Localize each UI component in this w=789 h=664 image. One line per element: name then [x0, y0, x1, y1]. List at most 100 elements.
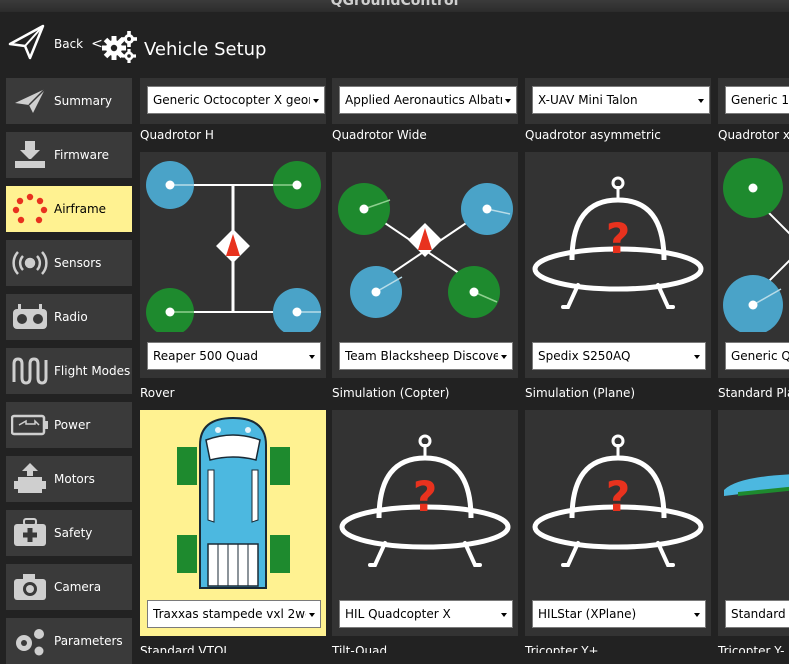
chevron-down-icon	[309, 355, 315, 359]
combo-value: Applied Aeronautics Albatross	[345, 93, 502, 107]
airframe-tile-top: X-UAV Mini Talon	[525, 78, 711, 124]
sidebar-item-airframe[interactable]: Airframe	[6, 186, 132, 232]
rover-diagram	[177, 416, 290, 589]
download-icon	[11, 132, 49, 178]
airframe-tile-quadrotor-asymmetric[interactable]: ? Spedix S250AQ	[525, 152, 711, 378]
airframe-tile-top: Generic Octocopter X geometry	[140, 78, 326, 124]
airframe-tile-top: Applied Aeronautics Albatross	[332, 78, 518, 124]
sidebar-item-label: Parameters	[54, 634, 123, 648]
airframe-tile-rover[interactable]: Traxxas stampede vxl 2wd	[140, 410, 326, 636]
airframe-combo[interactable]: Generic Qu	[725, 342, 789, 370]
group-label: Tilt-Quad	[332, 644, 388, 653]
sidebar-item-label: Safety	[54, 526, 93, 540]
group-label: Quadrotor asymmetric	[525, 128, 661, 142]
battery-icon	[11, 402, 49, 448]
chevron-down-icon	[698, 99, 704, 103]
airframe-tile-quadrotor-wide[interactable]: Team Blacksheep Discovery	[332, 152, 518, 378]
sidebar-item-power[interactable]: Power	[6, 402, 132, 448]
svg-text:?: ?	[606, 214, 630, 263]
airframe-combo[interactable]: Generic Octocopter X geometry	[147, 86, 325, 114]
chevron-down-icon	[694, 355, 700, 359]
sidebar-item-label: Power	[54, 418, 91, 432]
back-button[interactable]: Back <	[8, 24, 103, 64]
toolbar: Back < Vehicle Setup	[0, 12, 789, 76]
airframe-icon	[11, 186, 49, 232]
sidebar-item-firmware[interactable]: Firmware	[6, 132, 132, 178]
unknown-airframe-icon: ?	[339, 434, 511, 567]
radio-icon	[11, 294, 49, 340]
sidebar-item-label: Camera	[54, 580, 102, 594]
airframe-combo[interactable]: Traxxas stampede vxl 2wd	[147, 600, 321, 628]
airframe-combo[interactable]: Standard P	[725, 600, 789, 628]
window-title: QGroundControl	[330, 0, 459, 9]
sidebar-item-label: Sensors	[54, 256, 102, 270]
group-label: Quadrotor x	[718, 128, 789, 142]
group-label: Standard VTOL	[140, 644, 231, 653]
airframe-combo[interactable]: Reaper 500 Quad	[147, 342, 321, 370]
airframe-tile-quadrotor-h[interactable]: Reaper 500 Quad	[140, 152, 326, 378]
group-label: Rover	[140, 386, 175, 400]
unknown-airframe-icon: ?	[532, 434, 704, 567]
group-label: Quadrotor H	[140, 128, 214, 142]
motor-icon	[11, 456, 49, 502]
sidebar-item-radio[interactable]: Radio	[6, 294, 132, 340]
window-title-bar: QGroundControl	[0, 0, 789, 12]
combo-value: Team Blacksheep Discovery	[345, 349, 498, 363]
chevron-down-icon	[309, 613, 315, 617]
plane-icon	[11, 78, 49, 124]
page-title: Vehicle Setup	[102, 30, 266, 68]
airframe-tile-standard-plane[interactable]: Standard P	[718, 410, 789, 636]
svg-text:?: ?	[606, 472, 630, 521]
group-label: Simulation (Plane)	[525, 386, 636, 400]
combo-value: HIL Quadcopter X	[345, 607, 451, 621]
quad-x-diagram	[723, 158, 789, 332]
chevron-down-icon	[501, 613, 507, 617]
quad-h-diagram	[146, 161, 321, 332]
airframe-combo[interactable]: Spedix S250AQ	[532, 342, 706, 370]
unknown-airframe-icon: ?	[532, 176, 704, 309]
sidebar-item-label: Flight Modes	[54, 364, 131, 378]
chevron-down-icon	[505, 99, 511, 103]
sidebar-item-label: Summary	[54, 94, 112, 108]
chevron-down-icon	[313, 99, 319, 103]
sidebar-item-camera[interactable]: Camera	[6, 564, 132, 610]
sidebar-item-flight-modes[interactable]: Flight Modes	[6, 348, 132, 394]
airframe-combo[interactable]: HIL Quadcopter X	[339, 600, 513, 628]
gears-icon	[11, 618, 49, 664]
sidebar-item-label: Firmware	[54, 148, 109, 162]
sidebar-item-sensors[interactable]: Sensors	[6, 240, 132, 286]
airframe-grid: Generic Octocopter X geometry Applied Ae…	[136, 78, 789, 653]
combo-value: HILStar (XPlane)	[538, 607, 637, 621]
airframe-combo[interactable]: Generic 10	[725, 86, 789, 114]
plane-diagram	[724, 474, 789, 496]
wave-icon	[11, 348, 49, 394]
quad-wide-diagram	[338, 183, 513, 318]
group-label: Quadrotor Wide	[332, 128, 427, 142]
chevron-down-icon	[501, 355, 507, 359]
combo-value: Generic Qu	[731, 349, 789, 363]
airframe-combo[interactable]: X-UAV Mini Talon	[532, 86, 710, 114]
paper-plane-icon	[8, 23, 46, 65]
sidebar-item-motors[interactable]: Motors	[6, 456, 132, 502]
sidebar-item-parameters[interactable]: Parameters	[6, 618, 132, 664]
airframe-combo[interactable]: Team Blacksheep Discovery	[339, 342, 513, 370]
svg-text:?: ?	[413, 472, 437, 521]
combo-value: Traxxas stampede vxl 2wd	[153, 607, 306, 621]
sidebar-item-label: Airframe	[54, 202, 107, 216]
sidebar-item-safety[interactable]: Safety	[6, 510, 132, 556]
airframe-combo[interactable]: Applied Aeronautics Albatross	[339, 86, 517, 114]
airframe-tile-simulation-copter[interactable]: ? HIL Quadcopter X	[332, 410, 518, 636]
combo-value: Reaper 500 Quad	[153, 349, 259, 363]
airframe-combo[interactable]: HILStar (XPlane)	[532, 600, 706, 628]
combo-value: X-UAV Mini Talon	[538, 93, 638, 107]
page-title-text: Vehicle Setup	[144, 38, 267, 60]
airframe-tile-simulation-plane[interactable]: ? HILStar (XPlane)	[525, 410, 711, 636]
airframe-tile-top: Generic 10	[718, 78, 789, 124]
gears-icon	[102, 30, 138, 68]
combo-value: Standard P	[731, 607, 789, 621]
airframe-tile-quadrotor-x[interactable]: Generic Qu	[718, 152, 789, 378]
group-label: Tricopter Y+	[525, 644, 599, 653]
sensors-icon	[11, 240, 49, 286]
combo-value: Spedix S250AQ	[538, 349, 631, 363]
sidebar-item-summary[interactable]: Summary	[6, 78, 132, 124]
